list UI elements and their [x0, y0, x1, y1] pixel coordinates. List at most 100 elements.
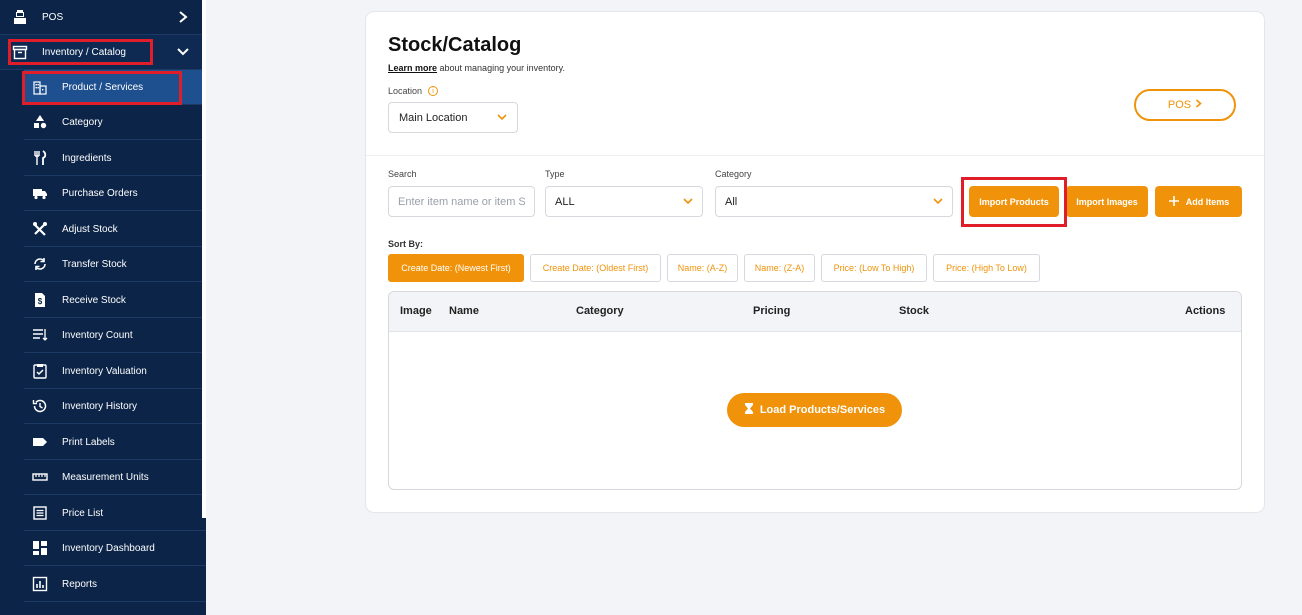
location-label-text: Location	[388, 86, 423, 96]
sidebar-item-adjust-stock[interactable]: Adjust Stock	[24, 212, 206, 247]
sidebar-item-inventory-valuation[interactable]: Inventory Valuation	[24, 354, 206, 389]
sort-price-high-low[interactable]: Price: (High To Low)	[933, 254, 1040, 282]
sidebar-item-label: Inventory History	[62, 400, 138, 412]
location-value: Main Location	[399, 111, 468, 124]
sidebar-item-inventory-catalog[interactable]: Inventory / Catalog	[0, 35, 206, 70]
sidebar-item-ingredients[interactable]: Ingredients	[24, 141, 206, 176]
sidebar-item-inventory-dashboard[interactable]: Inventory Dashboard	[24, 531, 206, 566]
sidebar-item-label: Measurement Units	[62, 471, 149, 483]
info-icon[interactable]: i	[428, 86, 439, 96]
sidebar-item-product-services[interactable]: Product / Services	[24, 70, 206, 105]
clipboard-check-icon	[32, 363, 48, 379]
import-images-button[interactable]: Import Images	[1066, 186, 1148, 217]
type-label: Type	[545, 169, 565, 179]
sidebar-item-print-labels[interactable]: Print Labels	[24, 425, 206, 460]
location-select[interactable]: Main Location	[388, 102, 518, 133]
add-items-button[interactable]: Add Items	[1155, 186, 1242, 217]
category-label: Category	[715, 169, 752, 179]
column-image: Image	[400, 305, 432, 317]
sidebar-item-label: Purchase Orders	[62, 187, 138, 199]
shapes-icon	[32, 114, 48, 130]
products-table: Image Name Category Pricing Stock Action…	[388, 291, 1242, 490]
pos-button[interactable]: POS	[1134, 89, 1236, 121]
plus-icon	[1168, 195, 1180, 209]
sidebar-item-transfer-stock[interactable]: Transfer Stock	[24, 247, 206, 282]
import-products-label: Import Products	[979, 196, 1049, 207]
sort-name-z-a[interactable]: Name: (Z-A)	[744, 254, 815, 282]
label-icon	[32, 434, 48, 450]
sidebar-item-label: Adjust Stock	[62, 223, 118, 235]
learn-more-rest: about managing your inventory.	[437, 63, 565, 73]
sidebar-item-measurement-units[interactable]: Measurement Units	[24, 460, 206, 495]
sidebar-item-label: Product / Services	[62, 81, 144, 93]
sidebar-item-reports[interactable]: Reports	[24, 567, 206, 602]
page-title: Stock/Catalog	[388, 34, 522, 56]
sidebar-item-label: Receive Stock	[62, 294, 126, 306]
learn-more-text: Learn more about managing your inventory…	[388, 63, 565, 73]
sidebar-scrollbar[interactable]	[202, 0, 206, 518]
list-icon	[32, 327, 48, 343]
sidebar-item-label: Category	[62, 116, 103, 128]
import-products-button[interactable]: Import Products	[969, 186, 1059, 217]
import-images-label: Import Images	[1076, 196, 1138, 207]
sidebar-item-pos[interactable]: POS	[0, 0, 206, 35]
reports-icon	[32, 576, 48, 592]
sidebar-item-label: Inventory / Catalog	[42, 46, 126, 58]
stock-catalog-card: Stock/Catalog Learn more about managing …	[366, 12, 1264, 512]
search-label: Search	[388, 169, 417, 179]
sort-newest-first[interactable]: Create Date: (Newest First)	[388, 254, 524, 282]
utensils-icon	[32, 150, 48, 166]
sidebar-bottom-item	[0, 602, 206, 615]
sidebar-item-label: Transfer Stock	[62, 258, 127, 270]
chevron-down-icon	[176, 47, 190, 57]
sidebar-item-inventory-history[interactable]: Inventory History	[24, 389, 206, 424]
sidebar-item-label: POS	[42, 11, 64, 23]
load-products-label: Load Products/Services	[759, 404, 886, 416]
svg-text:$: $	[38, 297, 43, 306]
sidebar-item-category[interactable]: Category	[24, 105, 206, 140]
dashboard-icon	[32, 540, 48, 556]
type-select[interactable]: ALL	[545, 186, 703, 217]
cash-register-icon	[12, 9, 28, 25]
column-actions: Actions	[1185, 305, 1226, 317]
history-icon	[32, 398, 48, 414]
sidebar-item-label: Inventory Valuation	[62, 365, 147, 377]
column-stock: Stock	[899, 305, 929, 317]
category-value: All	[725, 195, 738, 208]
load-products-button[interactable]: Load Products/Services	[727, 393, 902, 427]
ruler-icon	[32, 469, 48, 485]
chevron-down-icon	[683, 196, 693, 208]
learn-more-link[interactable]: Learn more	[388, 63, 437, 73]
chevron-down-icon	[933, 196, 943, 208]
sidebar: POS Inventory / Catalog Product / Servic…	[0, 0, 206, 615]
search-placeholder: Enter item name or item SKU	[398, 195, 525, 208]
sidebar-item-label: Price List	[62, 507, 104, 519]
chevron-right-icon	[176, 11, 190, 23]
sort-oldest-first[interactable]: Create Date: (Oldest First)	[530, 254, 661, 282]
sidebar-item-label: Inventory Count	[62, 329, 133, 341]
table-header: Image Name Category Pricing Stock Action…	[389, 292, 1241, 332]
sync-icon	[32, 256, 48, 272]
price-list-icon	[32, 505, 48, 521]
column-category: Category	[576, 305, 624, 317]
sidebar-item-label: Reports	[62, 578, 98, 590]
sidebar-item-label: Inventory Dashboard	[62, 542, 155, 554]
column-name: Name	[449, 305, 479, 317]
sort-by-label: Sort By:	[388, 239, 424, 249]
chevron-down-icon	[497, 112, 507, 124]
sort-price-low-high[interactable]: Price: (Low To High)	[821, 254, 927, 282]
sidebar-item-purchase-orders[interactable]: Purchase Orders	[24, 176, 206, 211]
sidebar-item-label: Ingredients	[62, 152, 112, 164]
category-select[interactable]: All	[715, 186, 953, 217]
chevron-right-icon	[1195, 99, 1202, 111]
search-input[interactable]: Enter item name or item SKU	[388, 186, 535, 217]
sidebar-item-inventory-count[interactable]: Inventory Count	[24, 318, 206, 353]
column-pricing: Pricing	[753, 305, 791, 317]
sidebar-item-receive-stock[interactable]: $ Receive Stock	[24, 283, 206, 318]
add-items-label: Add Items	[1185, 196, 1230, 207]
sidebar-item-price-list[interactable]: Price List	[24, 496, 206, 531]
sort-name-a-z[interactable]: Name: (A-Z)	[667, 254, 738, 282]
tools-icon	[32, 221, 48, 237]
type-value: ALL	[555, 195, 575, 208]
truck-icon	[32, 185, 48, 201]
